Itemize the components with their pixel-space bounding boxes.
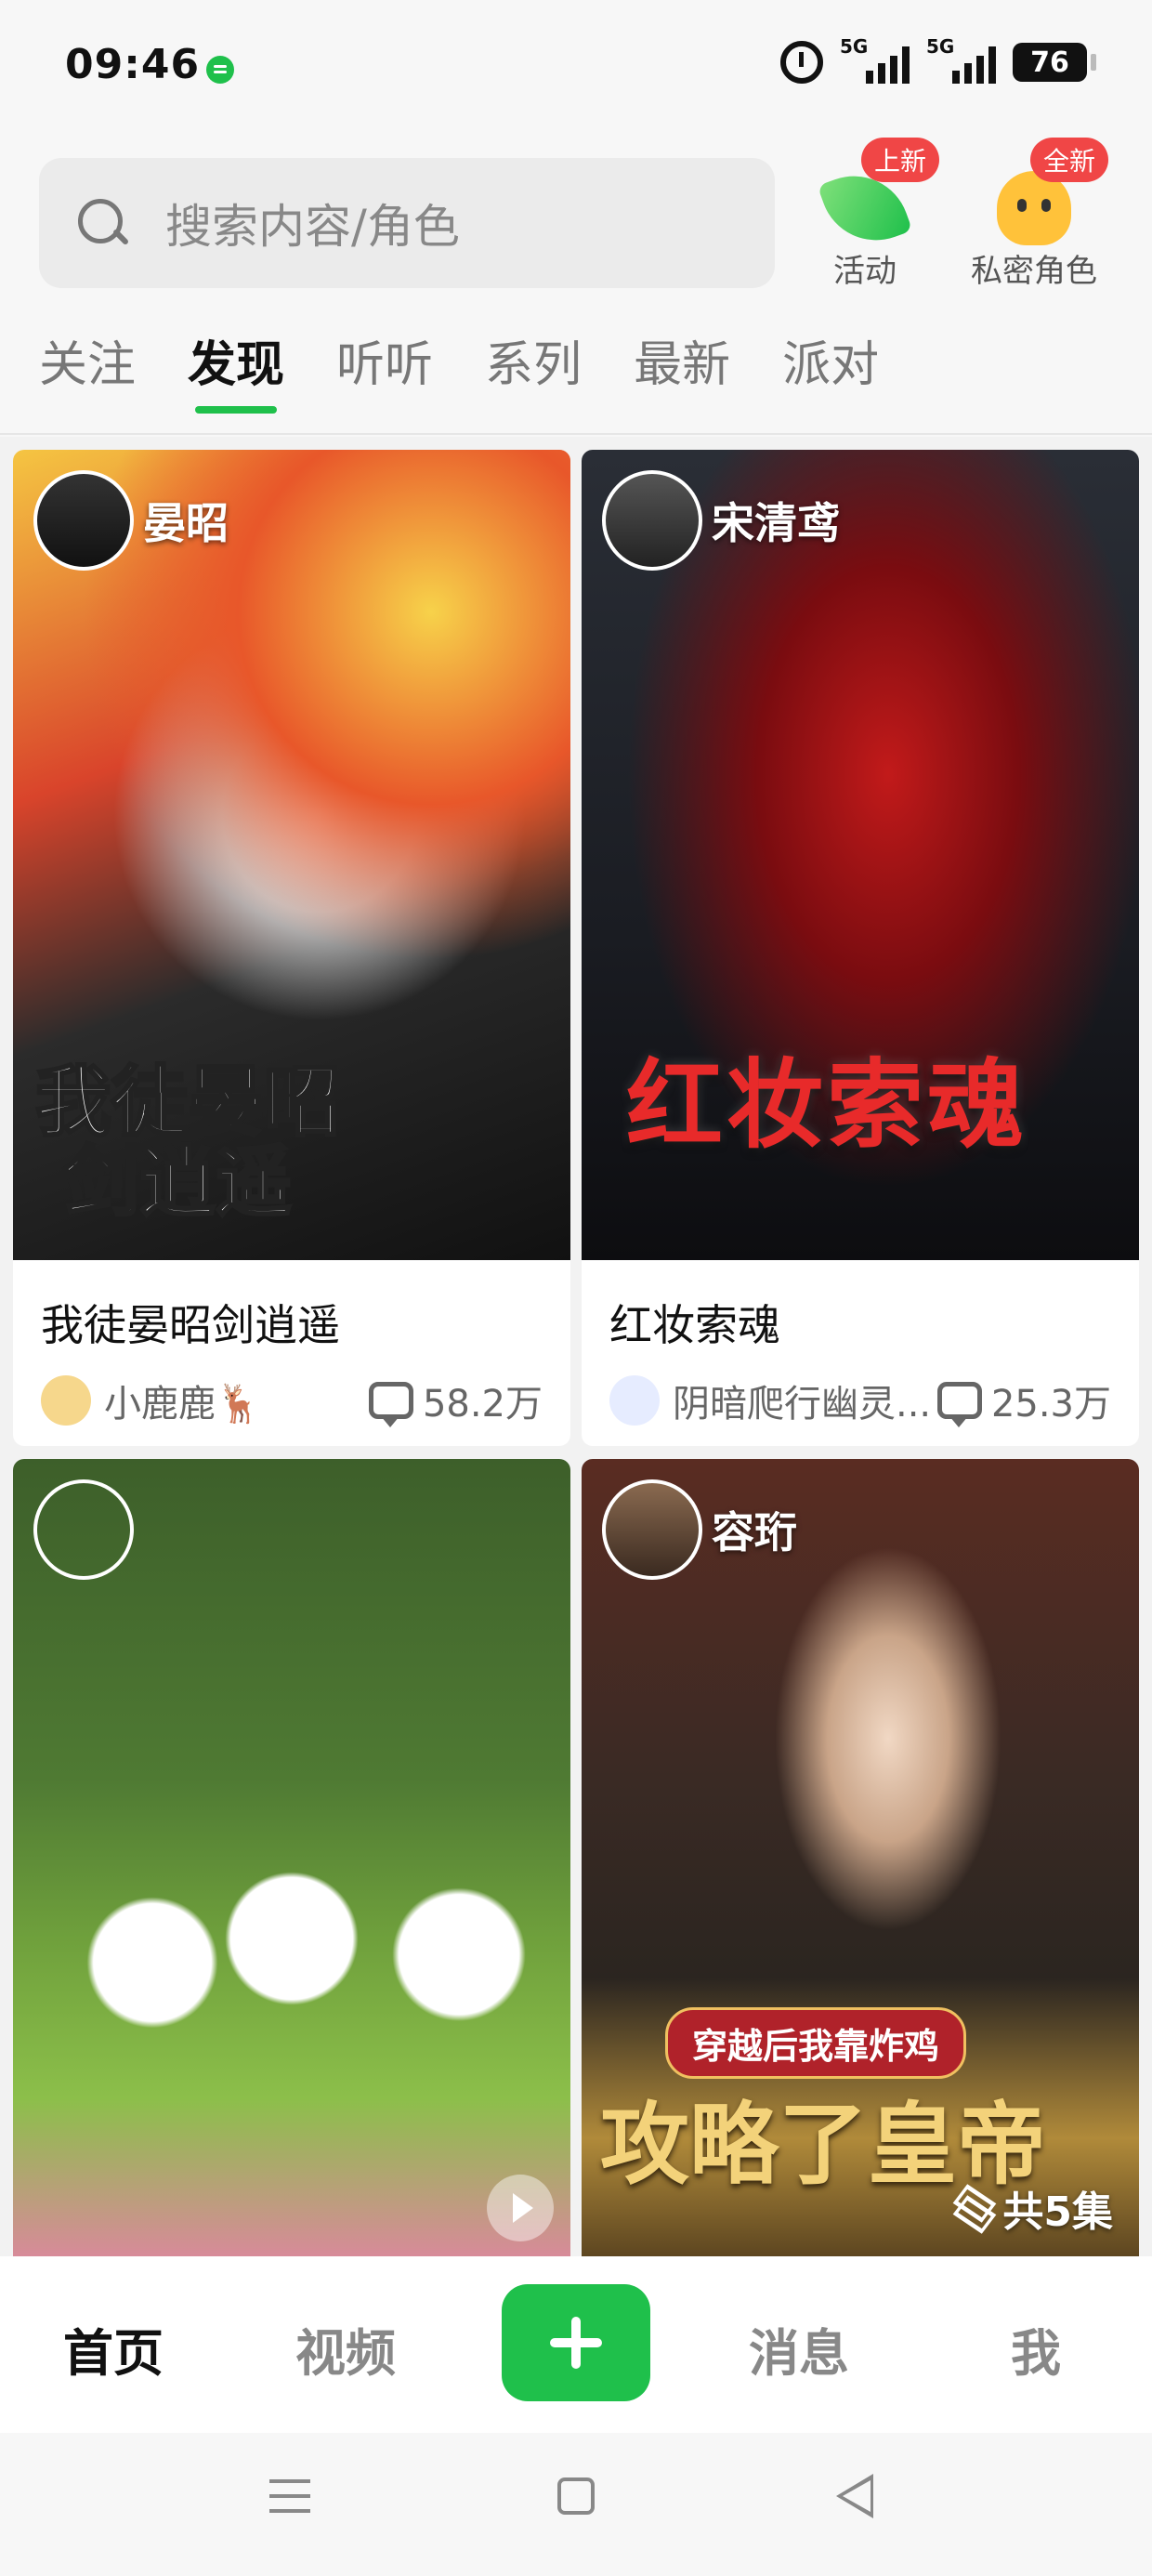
search-icon: [74, 195, 130, 251]
creator-name[interactable]: 小鹿鹿🦌: [104, 1373, 369, 1427]
nav-video[interactable]: 视频: [295, 2312, 396, 2385]
home-icon[interactable]: [557, 2477, 595, 2515]
network-label: 5G: [926, 35, 955, 58]
new-badge: 上新: [861, 138, 940, 182]
creator-avatar[interactable]: [609, 1375, 660, 1426]
cover-title: 我徒晏昭 剑逍遥: [33, 1058, 341, 1228]
story-cover[interactable]: 宋清鸢 红妆索魂: [582, 450, 1139, 1260]
comment-count: 25.3万: [990, 1383, 1111, 1426]
cover-subtitle: 穿越后我靠炸鸡: [665, 2007, 967, 2079]
status-bar: 09:46 5G 5G 76: [0, 0, 1152, 139]
tab-listen[interactable]: 听听: [336, 325, 433, 414]
creator-avatar[interactable]: [41, 1375, 91, 1426]
tab-latest[interactable]: 最新: [634, 325, 730, 414]
nav-home[interactable]: 首页: [63, 2312, 164, 2385]
status-time: 09:46: [65, 41, 201, 88]
story-card[interactable]: [13, 1459, 570, 2256]
tab-party[interactable]: 派对: [782, 325, 879, 414]
story-card[interactable]: 容珩 穿越后我靠炸鸡 攻略了皇帝 共5集: [582, 1459, 1139, 2256]
character-tag: 宋清鸢: [602, 470, 840, 571]
top-header: 搜索内容/角色 上新 活动 全新 私密角色 关注 发现 听听 系列 最新 派对: [0, 138, 1152, 437]
activity-label: 活动: [833, 253, 897, 290]
activity-button[interactable]: 上新 活动: [786, 138, 944, 290]
back-icon[interactable]: [836, 2474, 873, 2518]
category-tabs: 关注 发现 听听 系列 最新 派对: [39, 325, 931, 414]
character-name: 宋清鸢: [712, 498, 840, 548]
avatar: [33, 1479, 134, 1580]
character-name: 容珩: [712, 1507, 797, 1557]
content-feed[interactable]: 晏昭 我徒晏昭 剑逍遥 我徒晏昭剑逍遥 小鹿鹿🦌 58.2万 宋清鸢 红妆索魂 …: [0, 437, 1152, 2256]
character-tag: [33, 1479, 143, 1580]
story-card[interactable]: 晏昭 我徒晏昭 剑逍遥 我徒晏昭剑逍遥 小鹿鹿🦌 58.2万: [13, 450, 570, 1446]
private-character-label: 私密角色: [971, 253, 1097, 290]
character-name: 晏昭: [143, 498, 229, 548]
story-cover[interactable]: [13, 1459, 570, 2256]
network-label: 5G: [840, 35, 869, 58]
private-character-button[interactable]: 全新 私密角色: [955, 138, 1113, 290]
story-title[interactable]: 我徒晏昭剑逍遥: [13, 1260, 570, 1353]
new-badge: 全新: [1030, 138, 1109, 182]
system-navigation-bar: [0, 2433, 1152, 2576]
header-divider: [0, 433, 1152, 435]
avatar: [602, 1479, 702, 1580]
episode-count: 共5集: [950, 2178, 1113, 2238]
story-title[interactable]: 红妆索魂: [582, 1260, 1139, 1353]
tab-series[interactable]: 系列: [485, 325, 582, 414]
comment-icon: [368, 1382, 413, 1427]
story-meta: 小鹿鹿🦌 58.2万: [13, 1353, 570, 1427]
recent-apps-icon[interactable]: [269, 2479, 310, 2513]
creator-name[interactable]: 阴暗爬行幽灵...: [673, 1373, 937, 1427]
signal-icon: 5G: [926, 35, 996, 84]
layers-icon: [950, 2189, 991, 2227]
status-icons: 5G 5G 76: [780, 35, 1096, 84]
battery-icon: 76: [1013, 43, 1096, 82]
story-cover[interactable]: 容珩 穿越后我靠炸鸡 攻略了皇帝 共5集: [582, 1459, 1139, 2256]
private-character-icon: [997, 171, 1071, 245]
character-tag: 容珩: [602, 1479, 797, 1580]
story-meta: 阴暗爬行幽灵... 25.3万: [582, 1353, 1139, 1427]
tab-discover[interactable]: 发现: [188, 325, 284, 414]
avatar: [33, 470, 134, 571]
create-button[interactable]: [502, 2284, 650, 2401]
search-bar[interactable]: 搜索内容/角色: [39, 158, 775, 288]
play-icon[interactable]: [487, 2175, 554, 2241]
tab-following[interactable]: 关注: [39, 325, 136, 414]
search-input[interactable]: 搜索内容/角色: [165, 190, 460, 256]
story-card[interactable]: 宋清鸢 红妆索魂 红妆索魂 阴暗爬行幽灵... 25.3万: [582, 450, 1139, 1446]
nav-me[interactable]: 我: [1011, 2312, 1061, 2385]
signal-icon: 5G: [840, 35, 910, 84]
wechat-notification-icon: [206, 56, 234, 84]
bottom-navigation: 首页 视频 消息 我: [0, 2256, 1152, 2433]
avatar: [602, 470, 702, 571]
cover-title: 红妆索魂: [626, 1048, 1028, 1162]
comment-count: 58.2万: [422, 1383, 543, 1426]
comment-icon: [936, 1382, 982, 1427]
alarm-icon: [780, 41, 823, 84]
character-tag: 晏昭: [33, 470, 229, 571]
story-cover[interactable]: 晏昭 我徒晏昭 剑逍遥: [13, 450, 570, 1260]
nav-messages[interactable]: 消息: [749, 2312, 849, 2385]
